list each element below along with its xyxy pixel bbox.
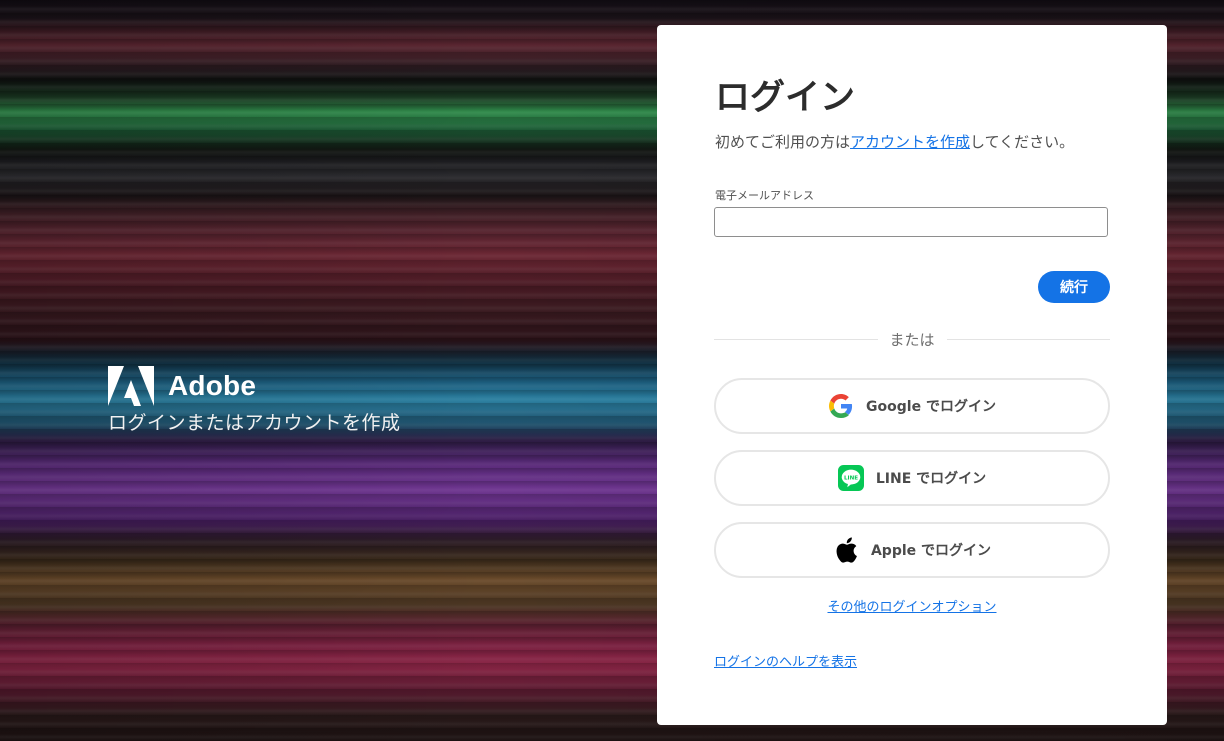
adobe-logo-icon (108, 366, 154, 406)
or-divider: または (714, 328, 1111, 350)
brand-block: Adobe ログインまたはアカウントを作成 (108, 366, 401, 435)
divider-line (946, 338, 1111, 340)
line-login-button[interactable]: LINE LINE でログイン (714, 450, 1110, 506)
more-login-options-link[interactable]: その他のログインオプション (827, 600, 996, 615)
google-icon (828, 393, 854, 419)
create-account-link[interactable]: アカウントを作成 (850, 133, 970, 151)
divider-line (714, 338, 878, 340)
subtitle-prefix: 初めてご利用の方は (715, 133, 851, 151)
line-icon-text: LINE (844, 475, 858, 481)
more-options: その他のログインオプション (657, 596, 1167, 615)
brand-tagline: ログインまたはアカウントを作成 (108, 412, 401, 434)
help: ログインのヘルプを表示 (714, 651, 857, 670)
google-login-button[interactable]: Google でログイン (714, 378, 1110, 434)
login-help-link[interactable]: ログインのヘルプを表示 (714, 655, 857, 670)
line-login-label: LINE でログイン (875, 471, 987, 487)
apple-login-button[interactable]: Apple でログイン (714, 522, 1110, 578)
email-label: 電子メールアドレス (715, 189, 814, 202)
line-icon: LINE (837, 465, 864, 491)
continue-button[interactable]: 続行 (1038, 271, 1110, 303)
brand-name: Adobe (168, 370, 257, 401)
or-label: または (889, 330, 935, 349)
login-card: ログイン 初めてご利用の方はアカウントを作成してください。 電子メールアドレス … (657, 25, 1167, 725)
page-title: ログイン (715, 78, 856, 118)
google-login-label: Google でログイン (866, 399, 996, 415)
subtitle: 初めてご利用の方はアカウントを作成してください。 (715, 131, 1074, 152)
apple-login-label: Apple でログイン (870, 543, 992, 559)
apple-icon (833, 537, 859, 563)
subtitle-suffix: してください。 (970, 133, 1075, 151)
email-field[interactable] (714, 207, 1108, 237)
